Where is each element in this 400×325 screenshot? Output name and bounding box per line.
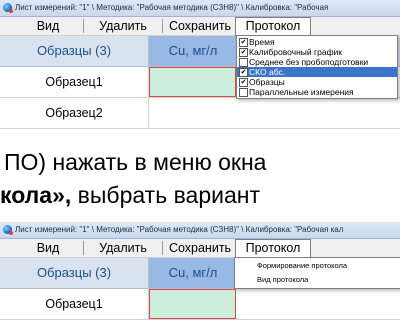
dropdown-item-label: Время <box>249 37 275 47</box>
doc-text-line-2: кола», выбрать вариант <box>0 180 400 210</box>
dropdown-item-parallel[interactable]: Параллельные измерения <box>237 87 397 97</box>
window-title: Лист измерений: "1" \ Методика: "Рабочая… <box>15 225 344 234</box>
menu-separator <box>162 19 163 33</box>
menu-separator <box>83 241 84 255</box>
table-row[interactable]: Образец1 <box>0 289 400 320</box>
menu-bar: Вид Удалить Сохранить Протокол <box>0 17 400 36</box>
sample-name: Образец1 <box>0 289 149 319</box>
sample-name: Образец1 <box>0 67 149 97</box>
window-titlebar: Лист измерений: "1" \ Методика: "Рабочая… <box>0 0 400 17</box>
checkbox-icon[interactable] <box>239 78 248 87</box>
dropdown-item-label: Образцы <box>249 77 285 87</box>
app-icon <box>3 3 13 13</box>
menu-separator <box>162 241 163 255</box>
column-header-cu[interactable]: Cu, мг/л <box>148 258 237 288</box>
menu-delete[interactable]: Удалить <box>86 240 160 256</box>
dropdown-item-mean[interactable]: Среднее без пробоподготовки <box>237 57 397 67</box>
menu-save[interactable]: Сохранить <box>164 240 236 256</box>
dropdown-item-label: Калибровочный график <box>249 47 343 57</box>
dropdown-item-sko[interactable]: СКО абс. <box>237 67 397 77</box>
dropdown-item-label: Вид протокола <box>257 275 309 284</box>
menu-separator <box>83 19 84 33</box>
menu-view[interactable]: Вид <box>28 18 68 34</box>
checkbox-icon[interactable] <box>239 68 248 77</box>
cu-value-cell[interactable] <box>149 289 236 319</box>
column-header-samples[interactable]: Образцы (3) <box>0 258 148 288</box>
screenshot-bottom: Лист измерений: "1" \ Методика: "Рабочая… <box>0 222 400 325</box>
table-row[interactable]: Образец2 <box>0 98 400 129</box>
dropdown-item-create-protocol[interactable]: Формирование протокола <box>235 259 400 273</box>
app-icon <box>3 225 13 235</box>
doc-text-bold: кола», <box>0 182 72 208</box>
column-header-cu[interactable]: Cu, мг/л <box>148 36 237 66</box>
sample-name: Образец2 <box>0 98 149 128</box>
window-titlebar: Лист измерений: "1" \ Методика: "Рабочая… <box>0 222 400 239</box>
checkbox-icon[interactable] <box>239 88 248 97</box>
cu-value-cell[interactable] <box>149 67 236 97</box>
menu-view[interactable]: Вид <box>28 240 68 256</box>
menu-save[interactable]: Сохранить <box>164 18 236 34</box>
protocol-dropdown: Формирование протокола Вид протокола <box>234 257 400 289</box>
menu-protocol[interactable]: Протокол <box>235 17 311 36</box>
dropdown-item-time[interactable]: Время <box>237 37 397 47</box>
menu-delete[interactable]: Удалить <box>86 18 160 34</box>
checkbox-icon[interactable] <box>239 58 248 67</box>
menu-bar: Вид Удалить Сохранить Протокол <box>0 239 400 258</box>
dropdown-item-label: Параллельные измерения <box>249 87 354 97</box>
screenshot-top: Лист измерений: "1" \ Методика: "Рабочая… <box>0 0 400 143</box>
doc-text-line-1: ПО) нажать в меню окна <box>4 147 400 177</box>
checkbox-icon[interactable] <box>239 48 248 57</box>
protocol-dropdown: Время Калибровочный график Среднее без п… <box>236 35 398 99</box>
dropdown-item-samples[interactable]: Образцы <box>237 77 397 87</box>
column-header-samples[interactable]: Образцы (3) <box>0 36 148 66</box>
dropdown-item-calibration[interactable]: Калибровочный график <box>237 47 397 57</box>
dropdown-item-label: Среднее без пробоподготовки <box>249 57 369 67</box>
checkbox-icon[interactable] <box>239 38 248 47</box>
dropdown-item-label: СКО абс. <box>249 67 286 77</box>
dropdown-item-label: Формирование протокола <box>257 261 348 270</box>
doc-text: ПО) нажать в меню окна <box>4 149 267 175</box>
window-title: Лист измерений: "1" \ Методика: "Рабочая… <box>15 3 329 12</box>
dropdown-item-view-protocol[interactable]: Вид протокола <box>235 273 400 287</box>
doc-text: выбрать вариант <box>71 182 260 208</box>
menu-protocol[interactable]: Протокол <box>235 239 311 258</box>
